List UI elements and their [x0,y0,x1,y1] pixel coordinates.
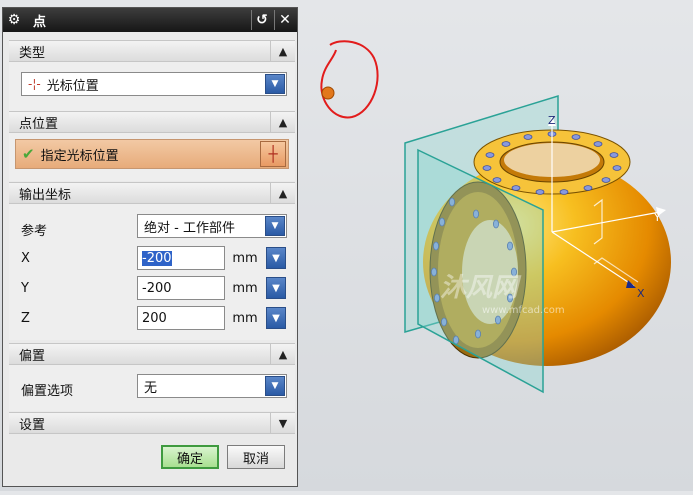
offset-option-select[interactable]: 无 ▼ [137,374,287,398]
offset-option-label: 偏置选项 [21,384,74,399]
chevron-down-icon[interactable]: ▼ [265,74,285,94]
y-unit-menu-icon[interactable]: ▼ [266,277,286,299]
viewport-canvas[interactable]: Z Y X 沐风网 www.mfcad.com [300,0,693,491]
specify-cursor-location-row[interactable]: ✔ 指定光标位置 ┼ [15,139,289,169]
section-offset-title: 偏置 [19,348,46,364]
axis-y-label: Y [653,211,661,224]
reference-label: 参考 [21,224,48,239]
section-settings-header[interactable]: 设置 ▼ [9,412,295,434]
graphics-viewport[interactable]: Z Y X 沐风网 www.mfcad.com [300,0,693,491]
gear-icon[interactable]: ⚙ [3,8,25,32]
z-input-value: 200 [142,310,167,326]
section-point-location-title: 点位置 [19,116,59,132]
y-unit: mm [232,281,258,296]
dialog-title: 点 [33,14,47,30]
z-unit-menu-icon[interactable]: ▼ [266,307,286,329]
x-input-value: -200 [142,250,172,266]
section-type-body: -¦- 光标位置 ▼ [9,62,295,112]
type-select[interactable]: -¦- 光标位置 ▼ [21,72,287,96]
crosshair-icon[interactable]: ┼ [260,141,286,167]
chevron-down-icon[interactable]: ▼ [270,413,295,433]
axis-z-label: Z [548,114,556,127]
cancel-button[interactable]: 取消 [227,445,285,469]
chevron-up-icon[interactable]: ▲ [270,112,295,132]
point-dialog: ⚙ 点 ↺ ✕ 类型 ▲ -¦- 光标位置 ▼ 点位置 ▲ ✔ 指定光标位置 ┼… [2,7,298,487]
close-icon[interactable]: ✕ [274,10,295,30]
axis-x-label: X [637,287,645,300]
chevron-up-icon[interactable]: ▲ [270,183,295,203]
x-label: X [21,251,30,266]
ok-button[interactable]: 确定 [161,445,219,469]
y-input-value: -200 [142,280,172,296]
x-unit: mm [232,251,258,266]
offset-option-value: 无 [144,380,158,396]
z-label: Z [21,311,30,326]
crosshair-icon: -¦- [28,77,41,91]
reference-select[interactable]: 绝对 - 工作部件 ▼ [137,214,287,238]
z-input[interactable]: 200 [137,306,225,330]
chevron-up-icon[interactable]: ▲ [270,41,295,61]
chevron-up-icon[interactable]: ▲ [270,344,295,364]
chevron-down-icon[interactable]: ▼ [265,376,285,396]
reference-select-value: 绝对 - 工作部件 [144,220,235,236]
section-output-coords-header[interactable]: 输出坐标 ▲ [9,182,295,204]
point-marker[interactable] [321,86,335,100]
type-select-value: 光标位置 [46,78,99,94]
watermark-text: 沐风网 [440,273,522,303]
x-input[interactable]: -200 [137,246,225,270]
section-type-title: 类型 [19,45,46,61]
check-icon: ✔ [22,145,35,163]
section-point-location-header[interactable]: 点位置 ▲ [9,111,295,133]
dialog-titlebar[interactable]: ⚙ 点 ↺ ✕ [3,8,297,32]
y-label: Y [21,281,29,296]
watermark-url: www.mfcad.com [482,305,565,316]
reset-icon[interactable]: ↺ [251,10,272,30]
section-settings-title: 设置 [19,417,46,433]
x-unit-menu-icon[interactable]: ▼ [266,247,286,269]
section-type-header[interactable]: 类型 ▲ [9,40,295,62]
specify-cursor-location-label: 指定光标位置 [40,148,119,164]
section-offset-header[interactable]: 偏置 ▲ [9,343,295,365]
section-output-coords-title: 输出坐标 [19,187,72,203]
y-input[interactable]: -200 [137,276,225,300]
z-unit: mm [232,311,258,326]
chevron-down-icon[interactable]: ▼ [265,216,285,236]
annotation-circle [320,40,379,119]
